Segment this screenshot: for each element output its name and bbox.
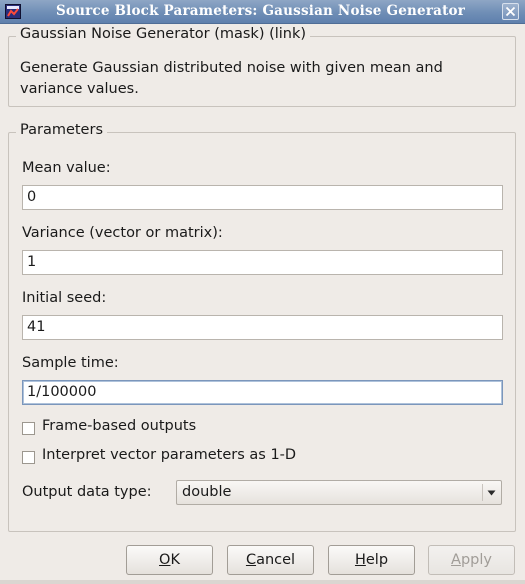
help-label-rest: elp — [365, 552, 389, 568]
cancel-mnemonic: C — [245, 552, 257, 568]
window-titlebar[interactable]: Source Block Parameters: Gaussian Noise … — [0, 0, 525, 24]
frame-based-checkbox[interactable] — [22, 422, 35, 435]
mask-group-title: Gaussian Noise Generator (mask) (link) — [16, 26, 311, 42]
variance-input[interactable]: 1 — [22, 250, 503, 275]
mean-value-input[interactable]: 0 — [22, 185, 503, 210]
ok-mnemonic: O — [159, 552, 171, 568]
help-button[interactable]: Help — [328, 545, 415, 575]
help-mnemonic: H — [354, 552, 366, 568]
window-bottom-edge — [0, 580, 525, 584]
frame-based-label[interactable]: Frame-based outputs — [42, 418, 196, 434]
window-title: Source Block Parameters: Gaussian Noise … — [55, 3, 466, 19]
initial-seed-input[interactable]: 41 — [22, 315, 503, 340]
combo-separator — [482, 484, 483, 501]
initial-seed-label: Initial seed: — [22, 290, 107, 306]
cancel-button[interactable]: Cancel — [227, 545, 314, 575]
ok-label-rest: K — [170, 552, 180, 568]
interpret-1d-label[interactable]: Interpret vector parameters as 1-D — [42, 447, 296, 463]
parameters-group: Parameters Mean value: 0 Variance (vecto… — [8, 122, 516, 532]
parameters-group-title: Parameters — [16, 122, 107, 138]
interpret-1d-checkbox[interactable] — [22, 451, 35, 464]
apply-label-rest: pply — [460, 552, 492, 568]
sample-time-input[interactable]: 1/100000 — [22, 380, 503, 405]
close-button[interactable] — [502, 3, 519, 20]
output-data-type-label: Output data type: — [22, 484, 152, 500]
close-icon — [505, 6, 516, 17]
ok-button[interactable]: OK — [126, 545, 213, 575]
mean-value-label: Mean value: — [22, 160, 111, 176]
variance-label: Variance (vector or matrix): — [22, 225, 223, 241]
cancel-label-rest: ancel — [256, 552, 296, 568]
sample-time-label: Sample time: — [22, 355, 119, 371]
output-data-type-value: double — [182, 484, 232, 500]
apply-mnemonic: A — [451, 552, 461, 568]
mask-description-group: Gaussian Noise Generator (mask) (link) G… — [8, 26, 516, 107]
apply-button[interactable]: Apply — [428, 545, 515, 575]
app-window-icon[interactable] — [5, 4, 21, 19]
output-data-type-select[interactable]: double — [176, 480, 502, 505]
chevron-down-icon — [487, 490, 496, 496]
mask-description: Generate Gaussian distributed noise with… — [20, 60, 443, 97]
